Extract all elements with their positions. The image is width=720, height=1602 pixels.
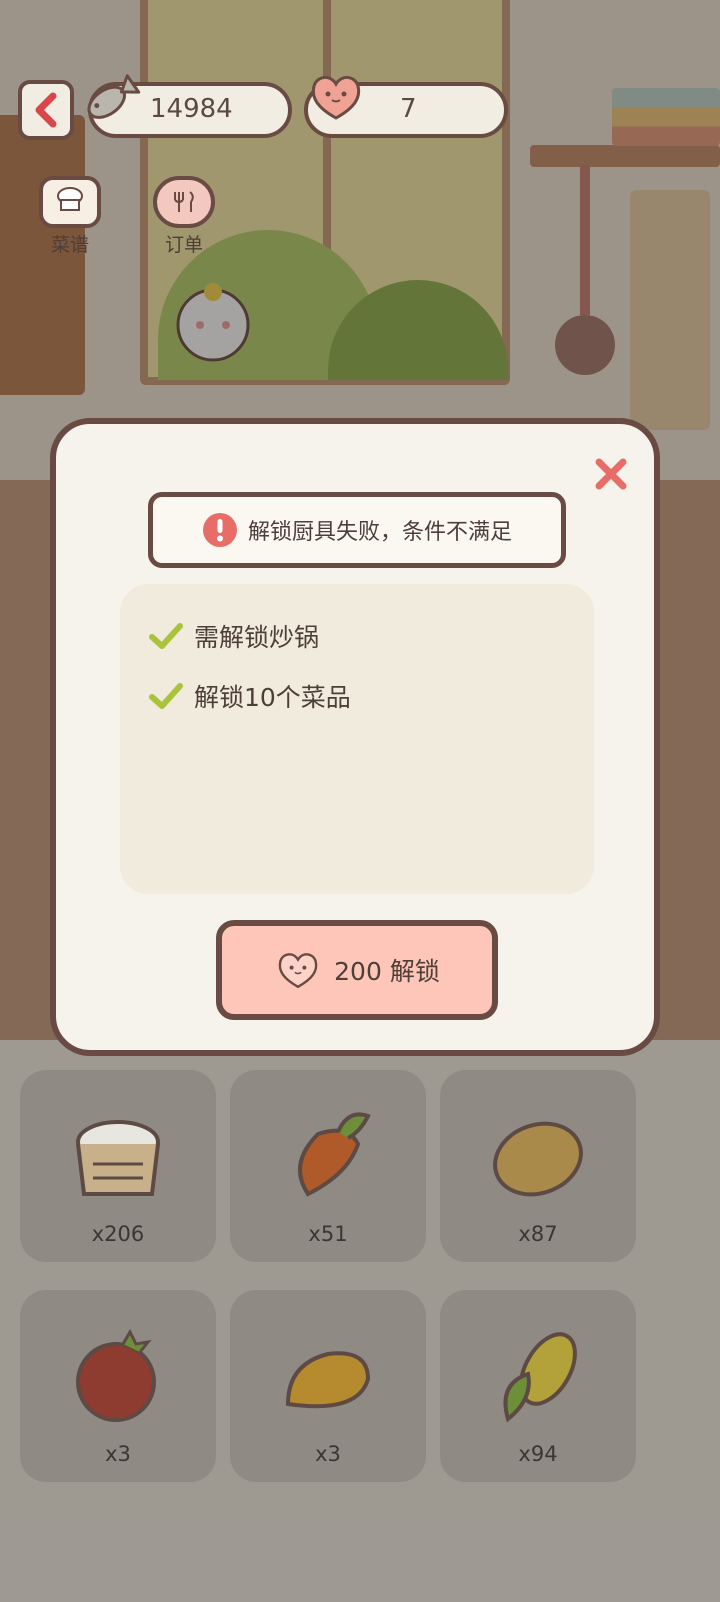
fish-currency-icon: [87, 74, 141, 119]
inventory-slot[interactable]: x94: [440, 1290, 636, 1482]
heart-currency-icon: [311, 76, 361, 120]
flour-icon: [76, 1120, 160, 1196]
unlock-failed-dialog: 解锁厨具失败，条件不满足 需解锁炒锅 解锁10个菜品 200 解锁: [50, 418, 660, 1056]
requirement-text: 需解锁炒锅: [194, 623, 320, 652]
requirement-item: 需解锁炒锅: [148, 618, 319, 654]
recipe-book-icon: [39, 176, 101, 228]
item-quantity: x3: [315, 1442, 341, 1466]
item-quantity: x94: [518, 1442, 558, 1466]
order-label: 订单: [164, 234, 203, 256]
corn-icon: [503, 1332, 577, 1423]
coin-counter: 14984: [87, 74, 292, 138]
close-icon: [595, 458, 627, 490]
close-button[interactable]: [591, 454, 631, 494]
requirement-text: 解锁10个菜品: [194, 683, 351, 712]
carrot-icon: [298, 1112, 371, 1197]
heart-amount: 7: [400, 94, 417, 124]
check-icon: [149, 683, 183, 709]
item-quantity: x206: [91, 1222, 145, 1246]
coin-amount: 14984: [150, 94, 233, 124]
inventory-slot[interactable]: x3: [230, 1290, 426, 1482]
heart-currency-icon: [278, 953, 318, 989]
unlock-cost-label: 200 解锁: [334, 957, 440, 986]
requirement-item: 解锁10个菜品: [148, 678, 351, 714]
alert-message: 解锁厨具失败，条件不满足: [247, 520, 512, 545]
check-icon: [149, 623, 183, 649]
back-arrow-icon: [35, 92, 57, 128]
inventory-slot[interactable]: x51: [230, 1070, 426, 1262]
item-quantity: x87: [518, 1222, 558, 1246]
requirements-panel: 需解锁炒锅 解锁10个菜品: [120, 584, 594, 894]
item-quantity: x51: [308, 1222, 348, 1246]
recipe-button[interactable]: 菜谱: [30, 176, 110, 257]
order-button[interactable]: 订单: [144, 176, 224, 257]
inventory-slot[interactable]: x87: [440, 1070, 636, 1262]
mango-icon: [285, 1351, 371, 1409]
alert-banner: 解锁厨具失败，条件不满足: [148, 492, 566, 568]
heart-counter: 7: [304, 76, 508, 138]
inventory-slot[interactable]: x3: [20, 1290, 216, 1482]
recipe-label: 菜谱: [50, 234, 89, 256]
inventory-slot[interactable]: x206: [20, 1070, 216, 1262]
order-cat-icon: [153, 176, 215, 228]
warning-icon: [202, 513, 237, 547]
potato-icon: [493, 1121, 583, 1197]
unlock-button[interactable]: 200 解锁: [216, 920, 498, 1020]
back-button[interactable]: [18, 80, 74, 140]
tomato-icon: [76, 1328, 156, 1422]
item-quantity: x3: [105, 1442, 131, 1466]
